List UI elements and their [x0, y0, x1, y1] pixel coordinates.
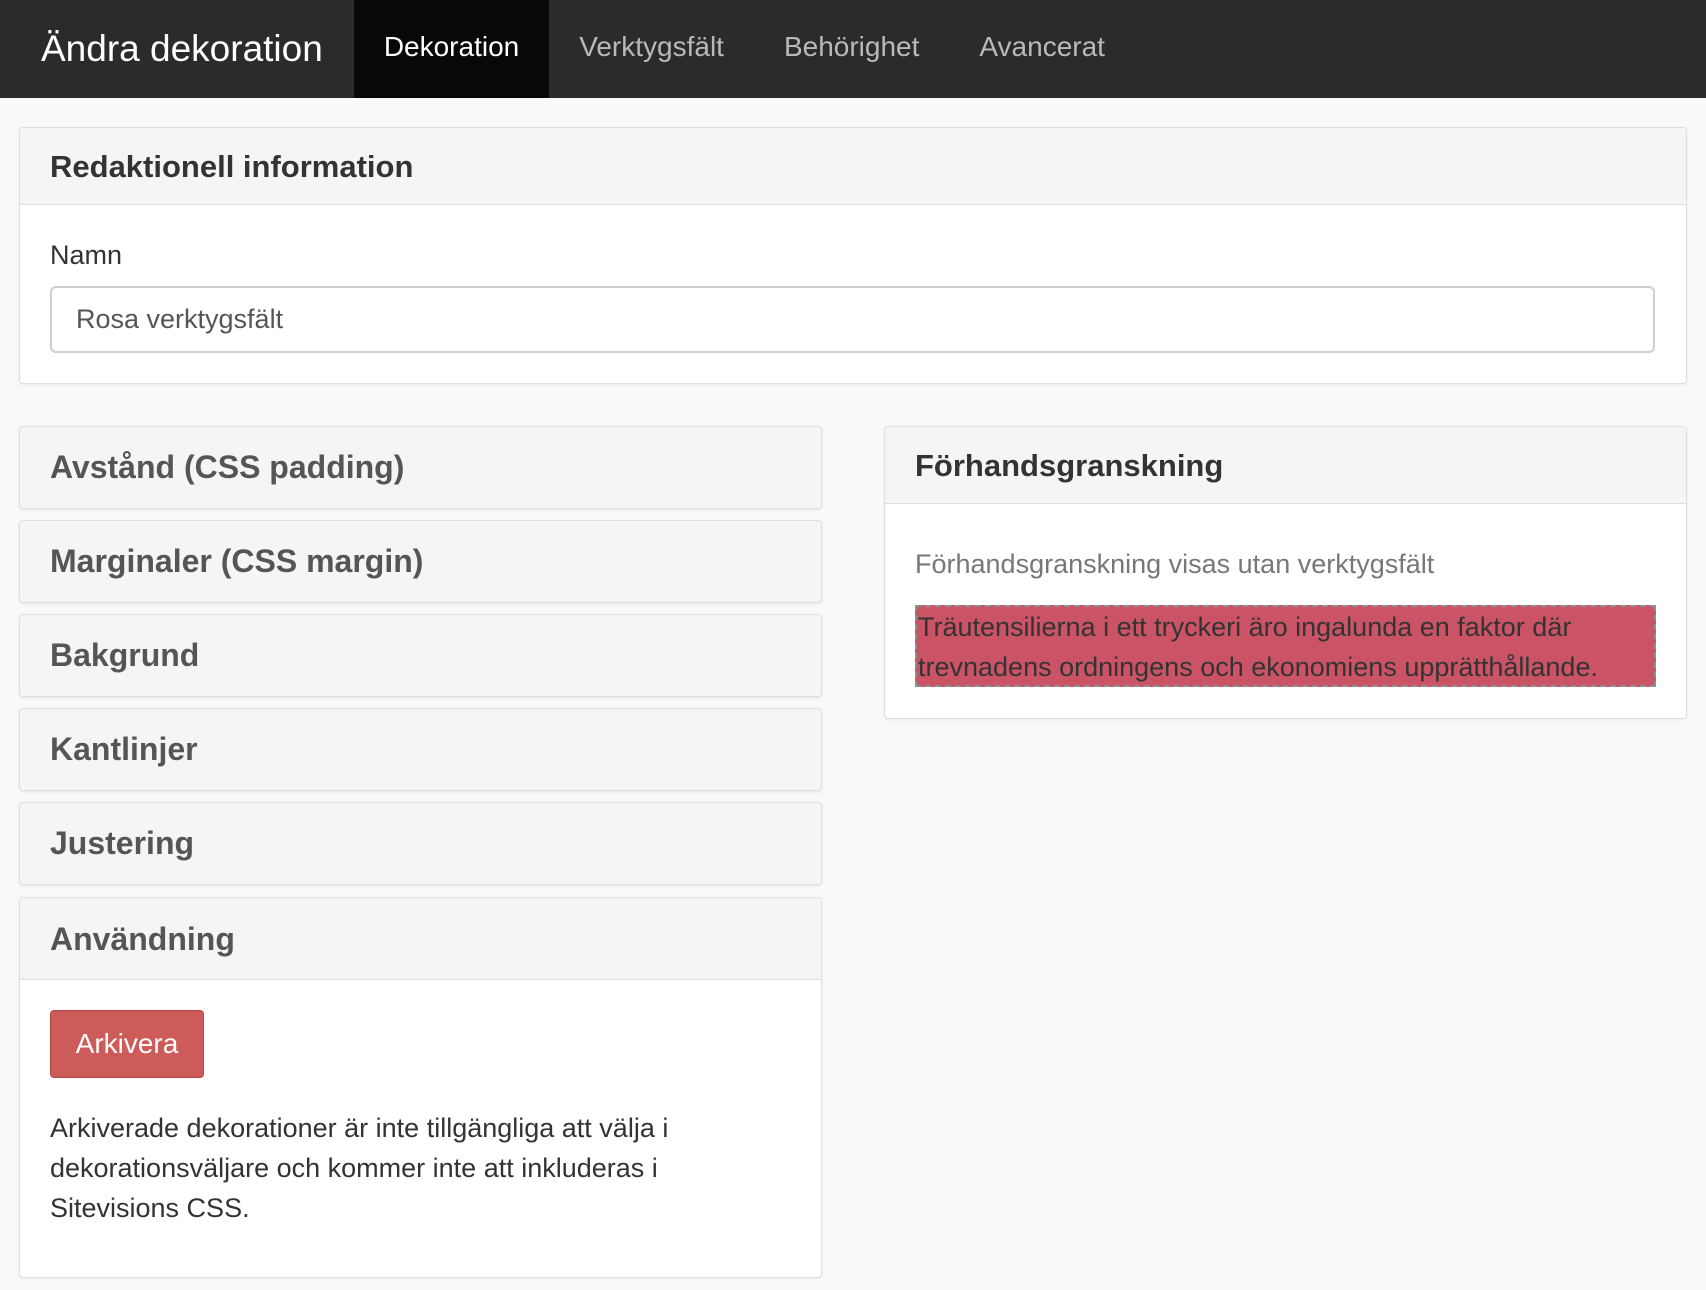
section-margin[interactable]: Marginaler (CSS margin) — [19, 520, 822, 603]
preview-title: Förhandsgranskning — [885, 427, 1686, 504]
page-title: Ändra dekoration — [41, 28, 323, 69]
section-padding[interactable]: Avstånd (CSS padding) — [19, 426, 822, 509]
preview-panel: Förhandsgranskning Förhandsgranskning vi… — [884, 426, 1687, 719]
tab-dekoration[interactable]: Dekoration — [353, 0, 550, 98]
preview-sample: Träutensilierna i ett tryckeri äro ingal… — [915, 605, 1656, 687]
preview-note: Förhandsgranskning visas utan verktygsfä… — [915, 549, 1435, 579]
archive-button[interactable]: Arkivera — [50, 1010, 204, 1078]
tab-behorighet[interactable]: Behörighet — [754, 0, 949, 98]
tab-avancerat[interactable]: Avancerat — [949, 0, 1135, 98]
section-alignment[interactable]: Justering — [19, 802, 822, 885]
editorial-info-panel: Redaktionell information Namn — [19, 127, 1687, 384]
top-navbar: Ändra dekoration Dekoration Verktygsfält… — [0, 0, 1706, 98]
usage-title[interactable]: Användning — [20, 898, 821, 980]
section-borders[interactable]: Kantlinjer — [19, 708, 822, 791]
name-input[interactable] — [50, 286, 1655, 353]
usage-panel: Användning Arkivera Arkiverade dekoratio… — [19, 897, 822, 1278]
section-background[interactable]: Bakgrund — [19, 614, 822, 697]
usage-description: Arkiverade dekorationer är inte tillgäng… — [50, 1113, 669, 1223]
editorial-info-title: Redaktionell information — [20, 128, 1686, 205]
name-label: Namn — [50, 240, 123, 270]
tab-verktygsfalt[interactable]: Verktygsfält — [549, 0, 754, 98]
